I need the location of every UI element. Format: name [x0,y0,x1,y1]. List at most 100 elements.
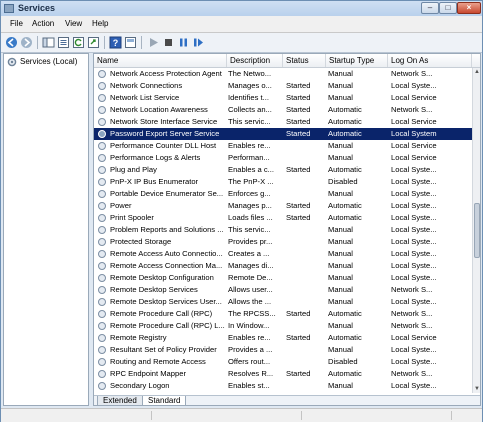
cell-name: Plug and Play [110,165,157,174]
tab-standard[interactable]: Standard [142,396,187,405]
cell-status [286,68,326,80]
table-row[interactable]: Password Export Server Service Started Aut… [94,128,472,140]
table-row[interactable]: Remote Desktop Services Allows user... Man… [94,284,472,296]
cell-description: Creates a ... [228,249,270,258]
cell-startup-type: Manual [328,225,353,234]
table-row[interactable]: Network Store Interface Service This serv… [94,116,472,128]
table-row[interactable]: Secondary Logon Enables st... Manual Local … [94,380,472,392]
cell-log-on-as: Local Syste... [391,297,437,306]
cell-description: Enables st... [228,381,270,390]
service-gear-icon [98,178,106,186]
table-row[interactable]: Remote Desktop Services User... Allows th… [94,296,472,308]
cell-startup-type: Manual [328,69,353,78]
title-bar[interactable]: Services – □ × [1,1,482,16]
cell-status: Started [286,117,311,126]
cell-startup-type: Manual [328,273,353,282]
export-icon[interactable] [87,36,100,49]
cell-startup-type: Manual [328,93,353,102]
help-icon[interactable]: ? [109,36,122,49]
tree-item-services-local[interactable]: Services (Local) [20,57,77,66]
service-gear-icon [98,106,106,114]
table-row[interactable]: Remote Desktop Configuration Remote De...… [94,272,472,284]
refresh-icon[interactable] [72,36,85,49]
forward-icon[interactable] [20,36,33,49]
pause-icon[interactable] [177,36,190,49]
maximize-button[interactable]: □ [439,2,457,14]
menu-help[interactable]: Help [92,19,108,28]
table-row[interactable]: Network Connections Manages o... Started Ma… [94,80,472,92]
table-row[interactable]: Resultant Set of Policy Provider Provides… [94,344,472,356]
cell-status [286,344,326,356]
view-icon[interactable] [124,36,137,49]
table-row[interactable]: Problem Reports and Solutions ... This se… [94,224,472,236]
cell-startup-type: Automatic [328,333,362,342]
cell-description: Allows the ... [228,297,272,306]
column-header-log-on-as[interactable]: Log On As [388,54,472,67]
minimize-button[interactable]: – [421,2,439,14]
table-row[interactable]: Network Location Awareness Collects an...… [94,104,472,116]
scrollbar-thumb[interactable] [474,203,480,258]
service-gear-icon [98,190,106,198]
tab-extended[interactable]: Extended [97,396,143,405]
menu-action[interactable]: Action [32,19,54,28]
table-row[interactable]: Network Access Protection Agent The Netwo… [94,68,472,80]
table-row[interactable]: Power Manages p... Started Automatic Local S… [94,200,472,212]
stop-icon[interactable] [162,36,175,49]
cell-status: Started [286,129,311,138]
console-tree-icon[interactable] [42,36,55,49]
cell-status [286,284,326,296]
service-gear-icon [98,250,106,258]
table-row[interactable]: PnP-X IP Bus Enumerator The PnP-X ... Disa… [94,176,472,188]
table-row[interactable]: Print Spooler Loads files ... Started Autom… [94,212,472,224]
column-header-description[interactable]: Description [227,54,283,67]
cell-name: Remote Desktop Services [110,285,198,294]
cell-name: Routing and Remote Access [110,357,206,366]
table-row[interactable]: Routing and Remote Access Offers rout... D… [94,356,472,368]
cell-description: Resolves R... [228,369,274,378]
service-gear-icon [98,298,106,306]
properties-icon[interactable] [57,36,70,49]
cell-log-on-as: Local Syste... [391,237,437,246]
cell-log-on-as: Network S... [391,309,433,318]
cell-name: Protected Storage [110,237,172,246]
cell-name: Print Spooler [110,213,154,222]
cell-status [286,152,326,164]
table-row[interactable]: RPC Endpoint Mapper Resolves R... Started A… [94,368,472,380]
table-row[interactable]: Remote Procedure Call (RPC) L... In Windo… [94,320,472,332]
back-icon[interactable] [5,36,18,49]
scroll-up-icon[interactable]: ▲ [473,68,480,76]
cell-name: Problem Reports and Solutions ... [110,225,224,234]
cell-log-on-as: Network S... [391,369,433,378]
table-row[interactable]: Remote Procedure Call (RPC) The RPCSS... S… [94,308,472,320]
service-gear-icon [98,154,106,162]
close-button[interactable]: × [457,2,481,14]
cell-status: Started [286,165,311,174]
table-row[interactable]: Network List Service Identifies t... Start… [94,92,472,104]
cell-name: Network Access Protection Agent [110,69,222,78]
cell-status [286,236,326,248]
restart-icon[interactable] [192,36,205,49]
table-row[interactable]: Remote Access Connection Ma... Manages di… [94,260,472,272]
column-header-startup-type[interactable]: Startup Type [326,54,388,67]
cell-startup-type: Manual [328,345,353,354]
cell-log-on-as: Network S... [391,69,433,78]
scroll-down-icon[interactable]: ▼ [473,385,480,393]
play-icon[interactable] [147,36,160,49]
table-row[interactable]: Remote Access Auto Connectio... Creates a… [94,248,472,260]
menu-file[interactable]: File [10,19,23,28]
menu-view[interactable]: View [65,19,82,28]
table-row[interactable]: Performance Logs & Alerts Performan... Man… [94,152,472,164]
table-row[interactable]: Performance Counter DLL Host Enables re..… [94,140,472,152]
status-segment [1,411,152,420]
column-header-name[interactable]: Name [94,54,227,67]
cell-startup-type: Automatic [328,117,362,126]
cell-log-on-as: Local Syste... [391,81,437,90]
cell-description: Loads files ... [228,213,273,222]
service-gear-icon [98,286,106,294]
table-row[interactable]: Protected Storage Provides pr... Manual Loc… [94,236,472,248]
vertical-scrollbar[interactable]: ▲ ▼ [472,68,480,393]
table-row[interactable]: Plug and Play Enables a c... Started Automa… [94,164,472,176]
table-row[interactable]: Remote Registry Enables re... Started Autom… [94,332,472,344]
table-row[interactable]: Portable Device Enumerator Se... Enforces… [94,188,472,200]
column-header-status[interactable]: Status [283,54,326,67]
